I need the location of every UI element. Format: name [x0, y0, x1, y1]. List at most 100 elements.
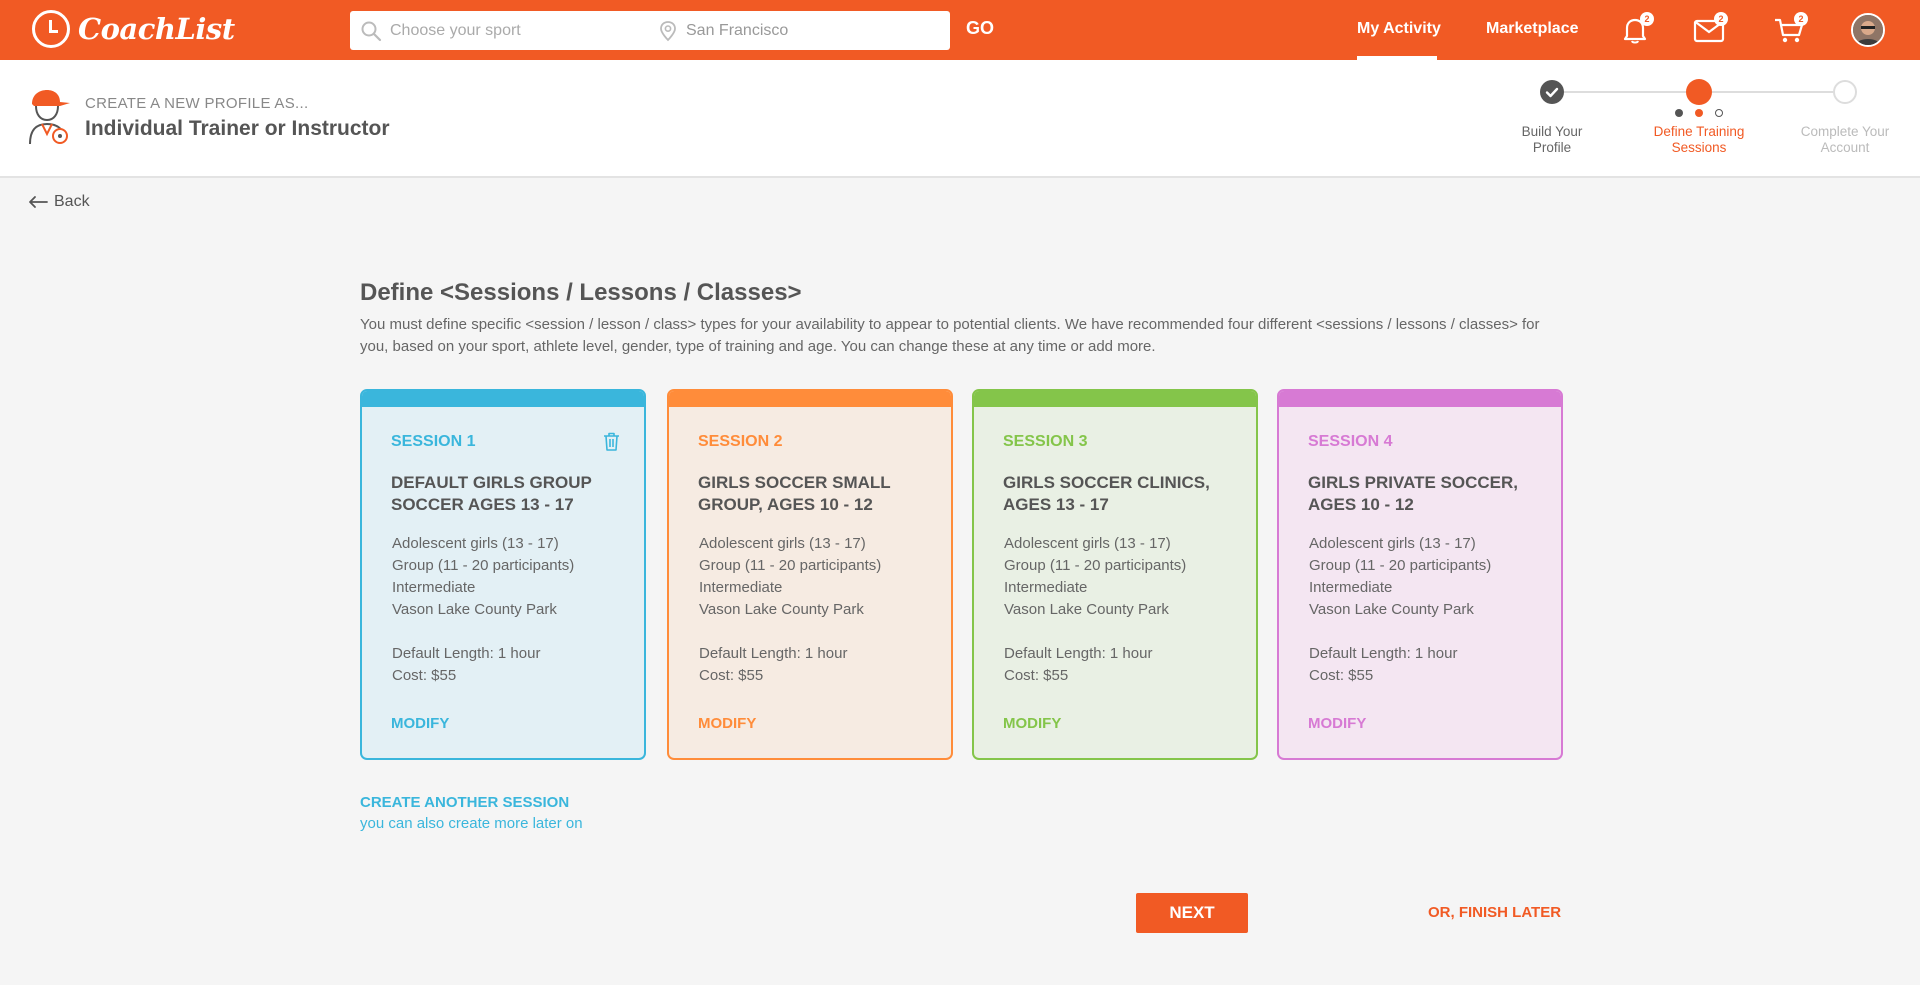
card-color-bar	[1279, 391, 1561, 407]
session-card: SESSION 2 GIRLS SOCCER SMALL GROUP, AGES…	[667, 389, 953, 760]
step-label-line: Profile	[1532, 140, 1572, 155]
page-title: Define <Sessions / Lessons / Classes>	[360, 279, 802, 306]
session-label: SESSION 1	[391, 433, 476, 450]
session-label: SESSION 3	[1003, 433, 1088, 450]
step-1-done-indicator	[1540, 80, 1564, 104]
step-2-current-indicator	[1686, 79, 1712, 105]
step-3-label: Complete Your Account	[1785, 124, 1905, 156]
session-pricing: Default Length: 1 hour Cost: $55	[699, 643, 847, 687]
create-profile-label: CREATE A NEW PROFILE AS...	[85, 95, 309, 112]
step-label-line: Sessions	[1671, 140, 1727, 155]
search-bar	[350, 11, 950, 50]
stepper-connector	[1564, 91, 1686, 93]
location-pin-icon	[660, 21, 676, 42]
session-length: Default Length: 1 hour	[392, 645, 541, 662]
notifications-badge: 2	[1640, 12, 1654, 26]
session-length: Default Length: 1 hour	[1004, 645, 1153, 662]
session-detail-location: Vason Lake County Park	[699, 601, 864, 618]
session-card: SESSION 4 GIRLS PRIVATE SOCCER, AGES 10 …	[1277, 389, 1563, 760]
cart-badge: 2	[1794, 12, 1808, 26]
session-detail-athletes: Adolescent girls (13 - 17)	[699, 535, 866, 552]
session-detail-level: Intermediate	[1309, 579, 1393, 596]
substep-dot	[1695, 109, 1703, 117]
top-navigation-bar: CoachList GO My Activity Marketplace 2 2	[0, 0, 1920, 60]
search-icon	[361, 21, 382, 42]
modify-session-button[interactable]: MODIFY	[1003, 715, 1061, 732]
user-photo	[1853, 15, 1883, 45]
step-2-label: Define Training Sessions	[1639, 124, 1759, 156]
step-1-label: Build Your Profile	[1492, 124, 1612, 156]
sport-search-input[interactable]	[390, 11, 650, 50]
session-label: SESSION 2	[698, 433, 783, 450]
session-title: DEFAULT GIRLS GROUP SOCCER AGES 13 - 17	[391, 473, 592, 514]
card-color-bar	[669, 391, 951, 407]
messages-badge: 2	[1714, 12, 1728, 26]
stopwatch-logo-icon	[32, 10, 70, 48]
session-cost: Cost: $55	[1004, 667, 1069, 684]
step-3-future-indicator	[1833, 80, 1857, 104]
create-later-hint: you can also create more later on	[360, 815, 583, 832]
stepper-connector	[1712, 91, 1833, 93]
session-detail-group-size: Group (11 - 20 participants)	[699, 557, 882, 574]
profile-type-title: Individual Trainer or Instructor	[85, 117, 390, 140]
session-detail-group-size: Group (11 - 20 participants)	[1309, 557, 1492, 574]
card-color-bar	[974, 391, 1256, 407]
session-pricing: Default Length: 1 hour Cost: $55	[1004, 643, 1152, 687]
nav-marketplace[interactable]: Marketplace	[1486, 20, 1579, 38]
substep-dot	[1675, 109, 1683, 117]
session-label: SESSION 4	[1308, 433, 1393, 450]
session-detail-group-size: Group (11 - 20 participants)	[392, 557, 575, 574]
session-pricing: Default Length: 1 hour Cost: $55	[1309, 643, 1457, 687]
session-detail-location: Vason Lake County Park	[392, 601, 557, 618]
create-another-session-link[interactable]: CREATE ANOTHER SESSION	[360, 794, 569, 811]
card-color-bar	[362, 391, 644, 407]
step-label-line: Account	[1820, 140, 1870, 155]
user-avatar[interactable]	[1851, 13, 1885, 47]
modify-session-button[interactable]: MODIFY	[698, 715, 756, 732]
step-label-line: Define Training	[1653, 124, 1745, 139]
step-label-line: Complete Your	[1800, 124, 1890, 139]
session-details: Adolescent girls (13 - 17) Group (11 - 2…	[1309, 533, 1491, 621]
session-card: SESSION 1 DEFAULT GIRLS GROUP SOCCER AGE…	[360, 389, 646, 760]
session-cost: Cost: $55	[699, 667, 764, 684]
session-details: Adolescent girls (13 - 17) Group (11 - 2…	[699, 533, 881, 621]
nav-my-activity[interactable]: My Activity	[1357, 20, 1441, 38]
cart-button[interactable]: 2	[1772, 12, 1808, 46]
session-detail-group-size: Group (11 - 20 participants)	[1004, 557, 1187, 574]
brand-name: CoachList	[78, 12, 235, 46]
substep-dot	[1715, 109, 1723, 117]
session-detail-location: Vason Lake County Park	[1004, 601, 1169, 618]
modify-session-button[interactable]: MODIFY	[1308, 715, 1366, 732]
session-title: GIRLS SOCCER CLINICS, AGES 13 - 17	[1003, 473, 1210, 514]
trash-icon[interactable]	[603, 432, 620, 451]
back-label: Back	[54, 193, 90, 210]
session-length: Default Length: 1 hour	[1309, 645, 1458, 662]
modify-session-button[interactable]: MODIFY	[391, 715, 449, 732]
session-card: SESSION 3 GIRLS SOCCER CLINICS, AGES 13 …	[972, 389, 1258, 760]
session-detail-athletes: Adolescent girls (13 - 17)	[1309, 535, 1476, 552]
session-details: Adolescent girls (13 - 17) Group (11 - 2…	[1004, 533, 1186, 621]
notifications-button[interactable]: 2	[1618, 12, 1654, 46]
session-detail-level: Intermediate	[699, 579, 783, 596]
session-detail-athletes: Adolescent girls (13 - 17)	[1004, 535, 1171, 552]
session-detail-location: Vason Lake County Park	[1309, 601, 1474, 618]
go-button[interactable]: GO	[966, 18, 994, 39]
session-title: GIRLS SOCCER SMALL GROUP, AGES 10 - 12	[698, 473, 891, 514]
finish-later-link[interactable]: OR, FINISH LATER	[1428, 904, 1561, 921]
session-length: Default Length: 1 hour	[699, 645, 848, 662]
session-cost: Cost: $55	[1309, 667, 1374, 684]
session-detail-athletes: Adolescent girls (13 - 17)	[392, 535, 559, 552]
session-detail-level: Intermediate	[1004, 579, 1088, 596]
session-detail-level: Intermediate	[392, 579, 476, 596]
profile-header: CREATE A NEW PROFILE AS... Individual Tr…	[0, 60, 1920, 178]
brand-logo[interactable]: CoachList	[32, 10, 235, 48]
step-label-line: Build Your	[1521, 124, 1583, 139]
back-link[interactable]: Back	[28, 193, 90, 211]
location-input[interactable]	[686, 11, 936, 50]
next-button[interactable]: NEXT	[1136, 893, 1248, 933]
trainer-icon	[29, 90, 70, 145]
messages-button[interactable]: 2	[1692, 12, 1728, 46]
session-cost: Cost: $55	[392, 667, 457, 684]
session-details: Adolescent girls (13 - 17) Group (11 - 2…	[392, 533, 574, 621]
session-pricing: Default Length: 1 hour Cost: $55	[392, 643, 540, 687]
